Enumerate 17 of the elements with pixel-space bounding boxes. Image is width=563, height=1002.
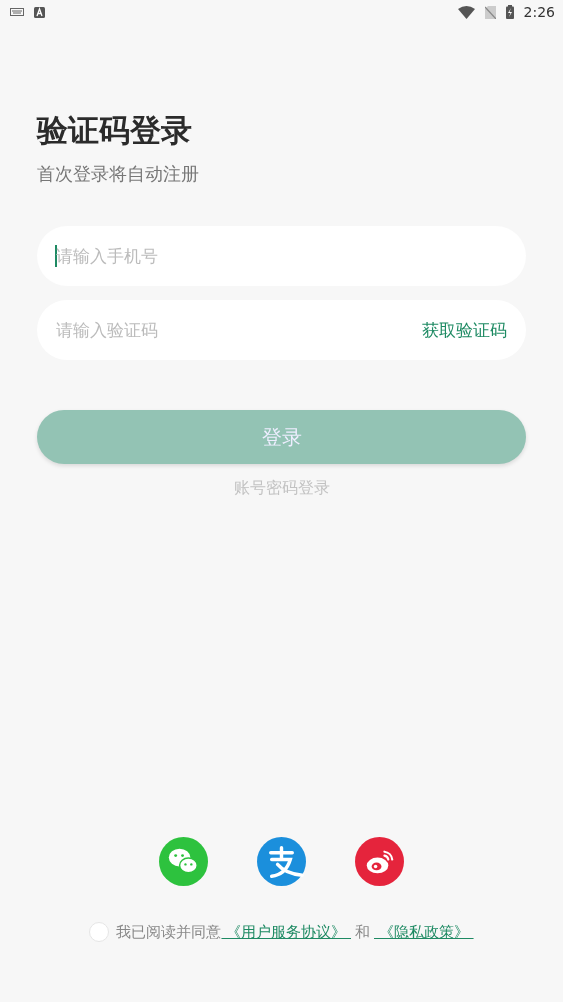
battery-charging-icon	[505, 5, 514, 19]
app-badge-icon	[34, 6, 45, 18]
payment-logo-icon[interactable]	[257, 837, 306, 886]
agreement-text: 我已阅读并同意	[116, 922, 222, 942]
privacy-policy-link[interactable]: 《隐私政策》	[374, 922, 474, 942]
weibo-eye-icon[interactable]	[355, 837, 404, 886]
clock-time: 2:26	[523, 4, 555, 20]
user-agreement-link[interactable]: 《用户服务协议》	[221, 922, 351, 942]
wifi-icon	[457, 5, 475, 19]
no-sim-icon	[484, 5, 496, 19]
page-subtitle: 首次登录将自动注册	[37, 162, 199, 186]
agreement-joiner: 和	[355, 922, 370, 942]
page-title: 验证码登录	[37, 111, 192, 150]
chat-bubbles-icon[interactable]	[159, 837, 208, 886]
get-code-button[interactable]: 获取验证码	[422, 319, 507, 342]
keyboard-icon	[10, 8, 24, 16]
agree-checkbox[interactable]	[89, 922, 110, 942]
